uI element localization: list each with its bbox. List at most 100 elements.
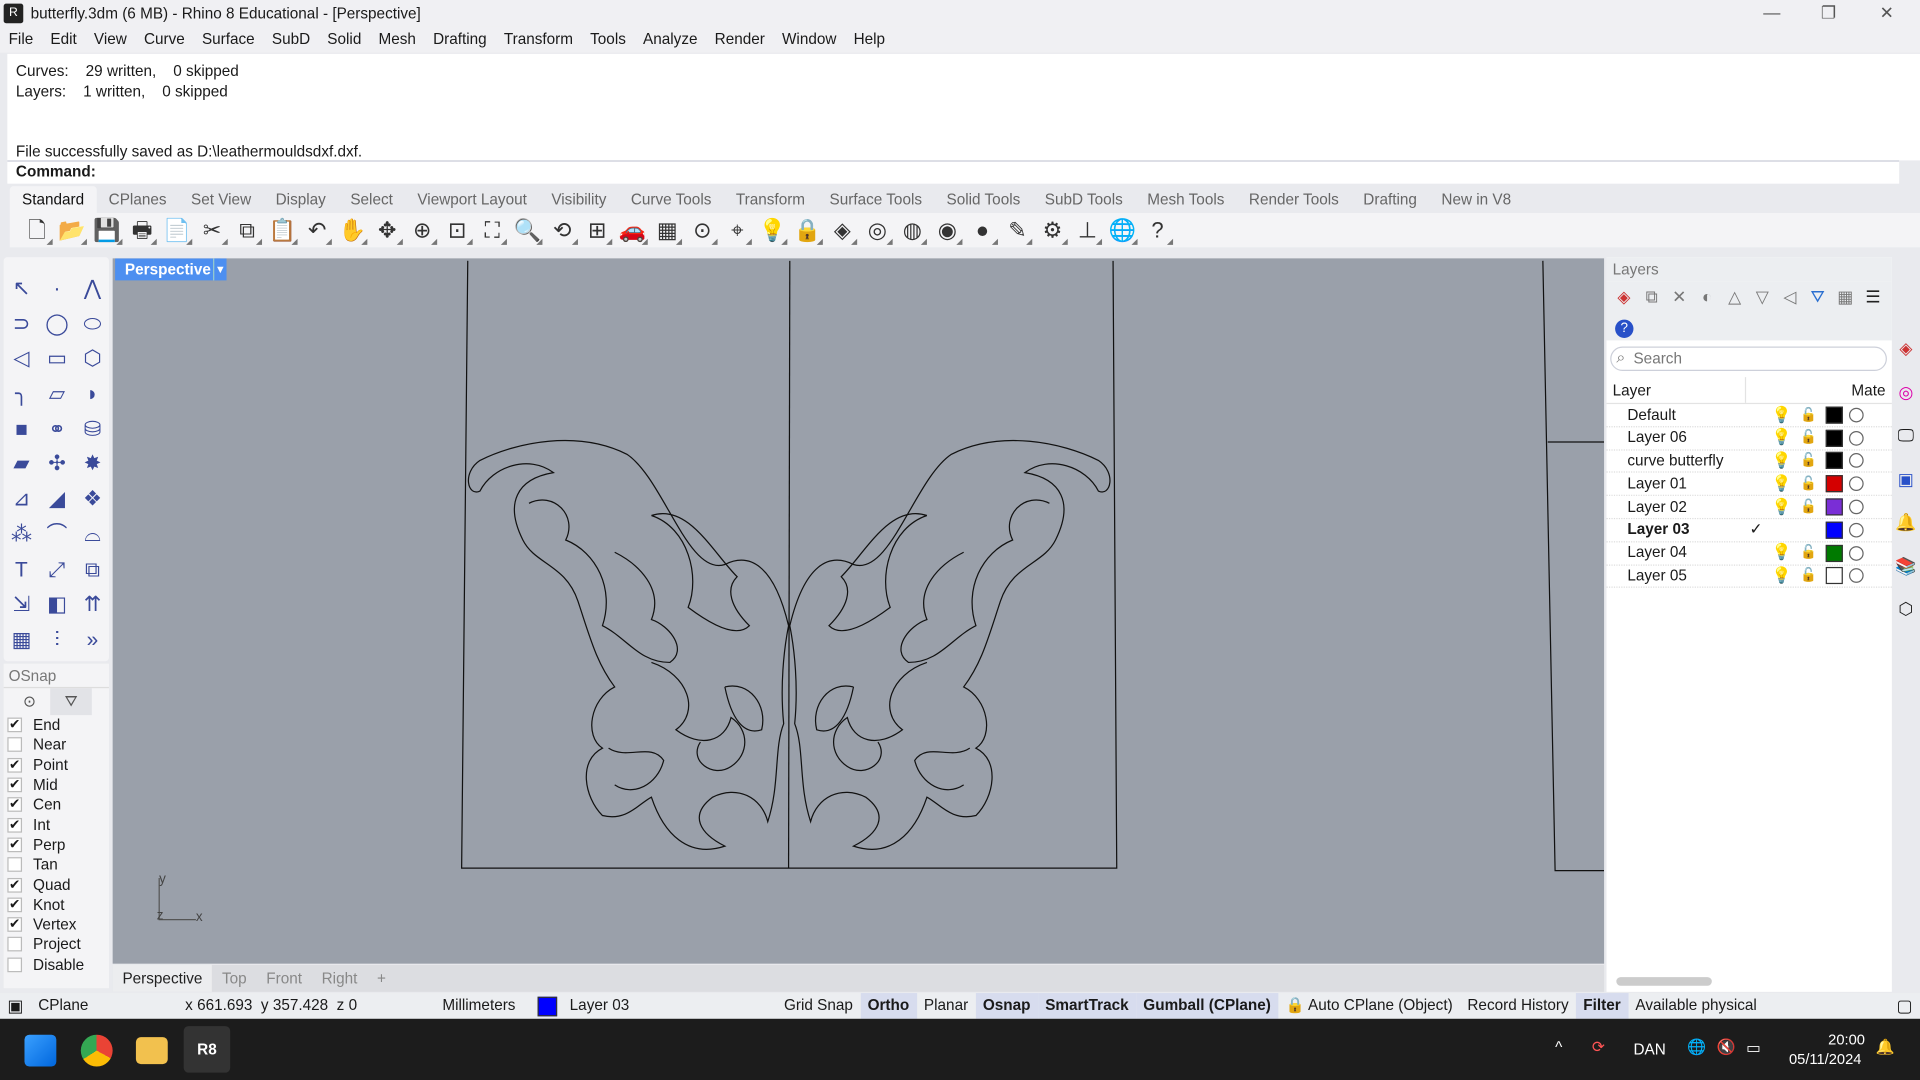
tab-cplanes[interactable]: CPlanes xyxy=(96,186,178,213)
osnap-tab-icon[interactable]: ⊙ xyxy=(9,688,51,715)
menu-mesh[interactable]: Mesh xyxy=(370,27,425,53)
command-input[interactable]: Command: xyxy=(7,160,1900,184)
zoom-selected-icon[interactable]: 🔍 xyxy=(510,216,545,245)
tab-render-tools[interactable]: Render Tools xyxy=(1237,186,1351,213)
tab-drafting[interactable]: Drafting xyxy=(1351,186,1429,213)
layer-unlock-icon[interactable]: 🔓 xyxy=(1795,542,1822,565)
help-icon[interactable]: ? xyxy=(1140,216,1175,245)
copy-icon[interactable]: ⧉ xyxy=(230,216,265,245)
layer-row[interactable]: curve butterfly 💡 🔓 xyxy=(1606,450,1892,474)
osnap-project[interactable]: Project xyxy=(4,935,109,955)
layer-search-input[interactable]: Search xyxy=(1610,346,1887,372)
zoom-extents-icon[interactable]: ⛶ xyxy=(475,216,510,245)
layer-name[interactable]: curve butterfly xyxy=(1607,450,1744,473)
text-icon[interactable]: T xyxy=(4,553,40,588)
status-toggle-gumball-cplane[interactable]: Gumball (CPlane) xyxy=(1135,993,1279,1019)
layer-material-icon[interactable] xyxy=(1848,545,1864,561)
polyline-icon[interactable]: ⋀ xyxy=(75,272,111,307)
osnap-checkbox[interactable]: ✔ xyxy=(7,917,23,932)
group-icon[interactable]: ⁂ xyxy=(4,518,40,553)
help-icon[interactable]: ? xyxy=(1615,318,1634,338)
status-toggle-auto-cplane-object[interactable]: 🔒 Auto CPlane (Object) xyxy=(1278,993,1460,1019)
layers-icon[interactable]: ◈ xyxy=(825,216,860,245)
filter-icon[interactable]: ⛛ xyxy=(1804,287,1832,314)
cylinder-icon[interactable]: ⛁ xyxy=(75,412,111,447)
paste-icon[interactable]: 📋 xyxy=(265,216,300,245)
menu-icon[interactable]: ☰ xyxy=(1859,287,1887,314)
osnap-checkbox[interactable]: ✔ xyxy=(7,877,23,893)
layer-visible-bulb-icon[interactable]: 💡 xyxy=(1768,542,1795,565)
cplane-label[interactable]: CPlane xyxy=(31,993,178,1019)
layer-material-icon[interactable] xyxy=(1848,430,1864,446)
osnap-perp[interactable]: ✔ Perp xyxy=(4,835,109,855)
light-icon[interactable]: 💡 xyxy=(755,216,790,245)
menu-tools[interactable]: Tools xyxy=(582,27,635,53)
status-toggle-record-history[interactable]: Record History xyxy=(1460,993,1576,1019)
tray-chevron-up-icon[interactable]: ^ xyxy=(1555,1038,1562,1055)
layer-unlock-icon[interactable]: 🔓 xyxy=(1795,496,1822,519)
color-wheel-icon[interactable]: ◎ xyxy=(1898,381,1913,402)
status-toggle-smarttrack[interactable]: SmartTrack xyxy=(1037,993,1136,1019)
current-layer-swatch[interactable] xyxy=(537,996,558,1016)
tab-set-view[interactable]: Set View xyxy=(179,186,264,213)
help-panel-icon[interactable]: ▣ xyxy=(1898,468,1914,489)
current-layer[interactable]: Layer 03 xyxy=(562,993,776,1019)
osnap-near[interactable]: Near xyxy=(4,735,109,755)
viewport-menu-chevron-down-icon[interactable]: ▼ xyxy=(213,258,227,281)
explode-icon[interactable]: ✸ xyxy=(75,447,111,482)
layers-scrollbar[interactable] xyxy=(1616,977,1712,986)
clock-time[interactable]: 20:00 xyxy=(1828,1031,1865,1048)
rotate-view-icon[interactable]: ✥ xyxy=(370,216,405,245)
properties-icon[interactable]: ◈ xyxy=(1899,338,1912,359)
menu-analyze[interactable]: Analyze xyxy=(634,27,706,53)
layer-material-icon[interactable] xyxy=(1848,476,1864,492)
undo-icon[interactable]: ↶ xyxy=(300,216,335,245)
project-icon[interactable]: ⇈ xyxy=(75,588,111,623)
layer-name[interactable]: Default xyxy=(1607,403,1744,426)
layer-visible-bulb-icon[interactable]: 💡 xyxy=(1768,403,1795,426)
solid-edit-icon[interactable]: ◧ xyxy=(39,588,75,623)
menu-help[interactable]: Help xyxy=(845,27,894,53)
layer-name[interactable]: Layer 02 xyxy=(1607,496,1744,519)
osnap-vertex[interactable]: ✔ Vertex xyxy=(4,915,109,935)
status-toggle-osnap[interactable]: Osnap xyxy=(975,993,1038,1019)
notification-bell-icon[interactable]: 🔔 xyxy=(1876,1038,1895,1056)
layer-visible-bulb-icon[interactable]: 💡 xyxy=(1768,473,1795,496)
volume-muted-icon[interactable]: 🔇 xyxy=(1717,1038,1736,1056)
status-toggle-planar[interactable]: Planar xyxy=(917,993,976,1019)
save-icon[interactable]: 💾 xyxy=(90,216,125,245)
status-toggle-grid-snap[interactable]: Grid Snap xyxy=(777,993,861,1019)
minimize-button[interactable]: — xyxy=(1763,2,1780,22)
layer-visible-bulb-icon[interactable]: 💡 xyxy=(1768,450,1795,473)
rectangle-icon[interactable]: ▭ xyxy=(39,342,75,377)
cplane-icon[interactable]: ⊙ xyxy=(685,216,720,245)
layer-color-swatch[interactable] xyxy=(1825,544,1843,562)
layer-visible-bulb-icon[interactable]: 💡 xyxy=(1768,565,1795,588)
blocks-icon[interactable]: ⬡ xyxy=(1898,599,1913,620)
layer-name[interactable]: Layer 01 xyxy=(1607,473,1744,496)
tab-select[interactable]: Select xyxy=(338,186,405,213)
undo-view-icon[interactable]: ⟲ xyxy=(545,216,580,245)
wireframe-sphere-icon[interactable]: ◍ xyxy=(895,216,930,245)
status-toggle-ortho[interactable]: Ortho xyxy=(860,993,917,1019)
tab-subd-tools[interactable]: SubD Tools xyxy=(1033,186,1135,213)
tab-display[interactable]: Display xyxy=(263,186,338,213)
cut-icon[interactable]: ✂ xyxy=(195,216,230,245)
osnap-int[interactable]: ✔ Int xyxy=(4,815,109,835)
polygon-icon[interactable]: ⬡ xyxy=(75,342,111,377)
new-sublayer-icon[interactable]: ⧉ xyxy=(1638,287,1666,314)
osnap-point[interactable]: ✔ Point xyxy=(4,755,109,775)
menu-window[interactable]: Window xyxy=(773,27,845,53)
tab-viewport-layout[interactable]: Viewport Layout xyxy=(405,186,539,213)
menu-curve[interactable]: Curve xyxy=(135,27,193,53)
layer-unlock-icon[interactable]: 🔓 xyxy=(1795,450,1822,473)
osnap-tan[interactable]: Tan xyxy=(4,855,109,875)
zoom-window-icon[interactable]: ⊡ xyxy=(440,216,475,245)
menu-surface[interactable]: Surface xyxy=(193,27,263,53)
new-layer-icon[interactable]: ◈ xyxy=(1610,287,1638,314)
boolean-icon[interactable]: ❖ xyxy=(75,483,111,518)
layer-name[interactable]: Layer 04 xyxy=(1607,542,1744,565)
array-icon[interactable]: ⧉ xyxy=(75,553,111,588)
tab-mesh-tools[interactable]: Mesh Tools xyxy=(1135,186,1237,213)
menu-solid[interactable]: Solid xyxy=(319,27,370,53)
